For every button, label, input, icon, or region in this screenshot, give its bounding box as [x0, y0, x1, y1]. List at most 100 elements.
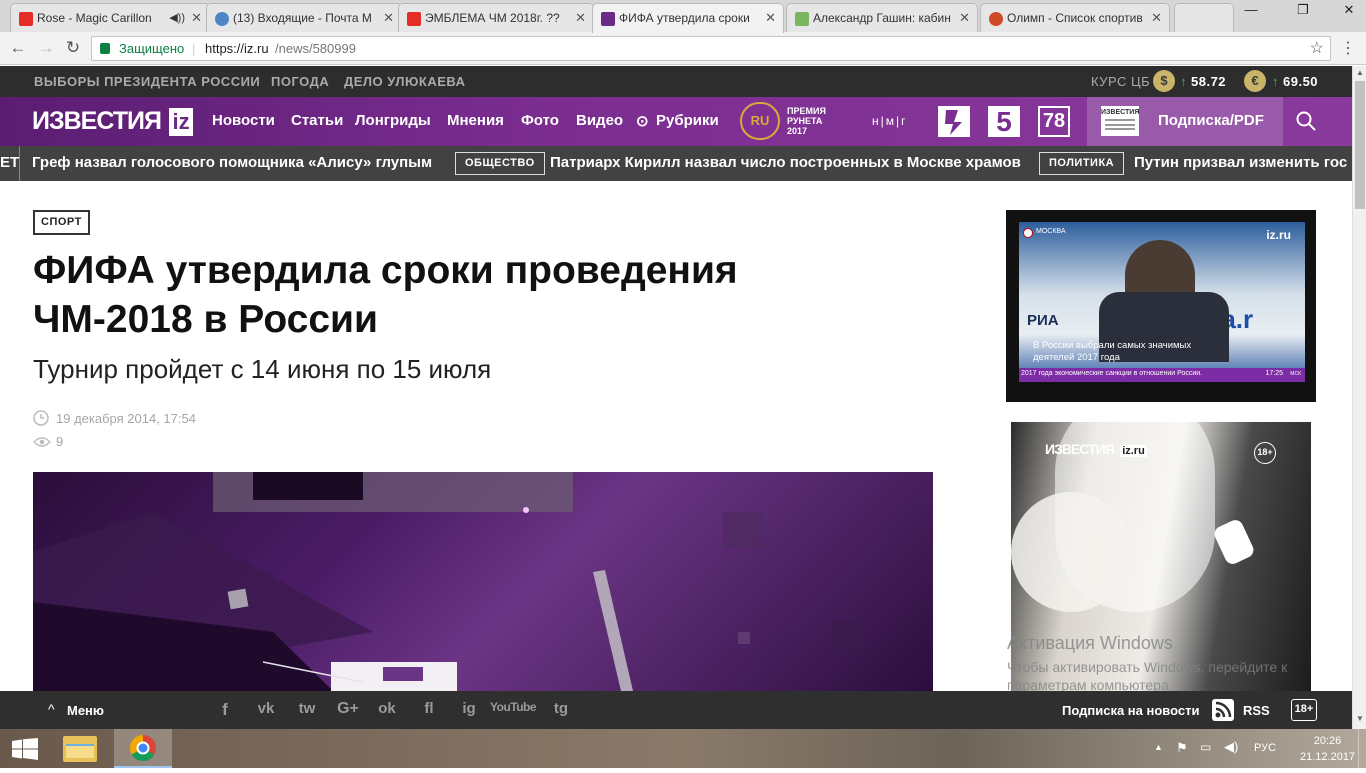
subscribe-pdf-button[interactable]: ИЗВЕСТИЯ Подписка/PDF — [1087, 97, 1283, 146]
scroll-up-arrow[interactable]: ▲ — [1356, 68, 1364, 77]
volume-icon[interactable]: ◀) — [1224, 739, 1238, 755]
eur-coin-icon: € — [1244, 70, 1266, 92]
browser-tab-active[interactable]: ФИФА утвердила сроки ✕ — [592, 3, 784, 33]
twitter-icon[interactable]: tw — [294, 700, 320, 717]
bottom-bar: ^ Меню f vk tw G+ ok fl ig YouTube tg По… — [0, 691, 1352, 729]
nav-news[interactable]: Новости — [212, 112, 275, 129]
tray-expand-icon[interactable]: ▲ — [1154, 742, 1163, 752]
browser-tab[interactable]: Олимп - Список спортив ✕ — [980, 3, 1170, 32]
minimize-icon[interactable]: — — [1236, 2, 1266, 17]
live-video-player[interactable]: МОСКВА iz.ru РИА ria.r В России выбрали … — [1006, 210, 1316, 402]
browser-tab[interactable]: ЭМБЛЕМА ЧМ 2018г. ?? ✕ — [398, 3, 594, 32]
youtube-icon[interactable]: YouTube — [490, 700, 537, 714]
close-tab-icon[interactable]: ✕ — [959, 10, 970, 26]
eye-icon — [33, 435, 51, 447]
page-scrollbar[interactable]: ▲ ▼ — [1352, 66, 1366, 729]
browser-menu-icon[interactable]: ⋮ — [1338, 38, 1358, 58]
nav-articles[interactable]: Статьи — [291, 112, 343, 129]
category-badge[interactable]: СПОРТ — [33, 210, 90, 235]
ticker-tag[interactable]: ОБЩЕСТВО — [455, 152, 545, 175]
award-text[interactable]: ПРЕМИЯ РУНЕТА 2017 — [787, 106, 826, 136]
flower-bouquet — [1011, 492, 1131, 612]
rss-link[interactable]: RSS — [1243, 703, 1270, 718]
new-tab-button[interactable] — [1174, 3, 1234, 32]
scroll-down-arrow[interactable]: ▼ — [1356, 714, 1364, 723]
rss-icon[interactable] — [1212, 699, 1234, 721]
video-brand: iz.ru — [1266, 228, 1291, 242]
google-plus-icon[interactable]: G+ — [334, 700, 362, 718]
izvestia-logo[interactable]: ИЗВЕСТИЯ iz — [32, 107, 193, 137]
secure-label: Защищено — [119, 41, 185, 56]
flag-tray-icon[interactable]: ⚑ — [1176, 740, 1188, 756]
nmg-logo[interactable]: н|м|г — [872, 114, 908, 128]
mail-icon — [215, 12, 229, 26]
chevron-up-icon[interactable]: ^ — [48, 701, 55, 717]
top-link-elections[interactable]: ВЫБОРЫ ПРЕЗИДЕНТА РОССИИ — [34, 74, 260, 89]
network-icon[interactable]: ▭ — [1200, 740, 1211, 754]
video-crawl-line: 2017 года экономические санкции в отноше… — [1019, 368, 1305, 382]
news-ticker: ЕТ Греф назвал голосового помощника «Али… — [0, 146, 1352, 181]
browser-tab-bar: Rose - Magic Carillon ◀)) ✕ (13) Входящи… — [0, 0, 1366, 33]
vk-icon[interactable]: vk — [252, 700, 280, 717]
chrome-taskbar-button[interactable] — [114, 729, 172, 768]
taskbar-clock[interactable]: 20:26 21.12.2017 — [1300, 733, 1355, 765]
menu-button[interactable]: Меню — [67, 703, 104, 718]
ticker-item[interactable]: Патриарх Кирилл назвал число построенных… — [550, 154, 1021, 171]
tab-title: (13) Входящие - Почта М — [233, 11, 372, 25]
close-tab-icon[interactable]: ✕ — [191, 10, 202, 26]
telegram-icon[interactable]: tg — [548, 700, 574, 717]
forward-icon[interactable]: → — [36, 38, 56, 58]
article-subheadline: Турнир пройдет с 14 июня по 15 июля — [33, 354, 492, 384]
facebook-icon[interactable]: f — [216, 700, 234, 720]
nav-longreads[interactable]: Лонгриды — [355, 112, 431, 129]
nav-opinions[interactable]: Мнения — [447, 112, 504, 129]
speaker-icon: ◀)) — [169, 12, 185, 24]
show-desktop-button[interactable] — [1358, 729, 1366, 768]
reload-icon[interactable]: ↻ — [63, 38, 83, 58]
flipboard-icon[interactable]: fl — [416, 700, 442, 717]
video-frame[interactable]: МОСКВА iz.ru РИА ria.r В России выбрали … — [1019, 222, 1305, 382]
top-link-ulyukaev[interactable]: ДЕЛО УЛЮКАЕВА — [344, 74, 466, 89]
ticker-item[interactable]: Греф назвал голосового помощника «Алису»… — [32, 154, 432, 171]
file-explorer-icon[interactable] — [63, 736, 97, 762]
article-hero-image — [33, 472, 933, 691]
windows-taskbar: ▲ ⚑ ▭ ◀) РУС 20:26 21.12.2017 — [0, 729, 1366, 768]
search-icon[interactable] — [1296, 111, 1316, 131]
close-tab-icon[interactable]: ✕ — [383, 10, 394, 26]
tab-title: Rose - Magic Carillon — [37, 11, 152, 25]
tab-title: Олимп - Список спортив — [1007, 11, 1143, 25]
close-tab-icon[interactable]: ✕ — [575, 10, 586, 26]
article-date: 19 декабря 2014, 17:54 — [56, 411, 196, 426]
check-circle-icon: ⊙ — [636, 113, 649, 130]
ren-tv-logo[interactable] — [938, 106, 970, 137]
newsletter-link[interactable]: Подписка на новости — [1062, 703, 1199, 718]
browser-tab[interactable]: (13) Входящие - Почта М ✕ — [206, 3, 402, 32]
keyboard-language[interactable]: РУС — [1254, 742, 1276, 754]
odnoklassniki-icon[interactable]: ok — [375, 700, 399, 717]
tab-title: Александр Гашин: кабин — [813, 11, 951, 25]
nav-rubrics[interactable]: Рубрики — [656, 112, 719, 129]
close-tab-icon[interactable]: ✕ — [1151, 10, 1162, 26]
channel-5-logo[interactable]: 5 — [988, 106, 1020, 137]
browser-tab[interactable]: Rose - Magic Carillon ◀)) ✕ — [10, 3, 210, 32]
browser-tab[interactable]: Александр Гашин: кабин ✕ — [786, 3, 978, 32]
nav-photo[interactable]: Фото — [521, 112, 559, 129]
nav-video[interactable]: Видео — [576, 112, 623, 129]
close-window-icon[interactable]: ✕ — [1334, 2, 1364, 18]
back-icon[interactable]: ← — [8, 38, 28, 58]
ticker-item[interactable]: Путин призвал изменить гос — [1134, 154, 1347, 171]
url-host: https://iz.ru — [205, 41, 269, 56]
url-input[interactable]: Защищено | https://iz.ru /news/580999 ☆ — [91, 36, 1331, 61]
scrollbar-thumb[interactable] — [1355, 81, 1365, 209]
close-tab-icon[interactable]: ✕ — [765, 10, 776, 26]
bookmark-star-icon[interactable]: ☆ — [1310, 37, 1324, 60]
windows-start-icon[interactable] — [12, 738, 38, 760]
channel-78-logo[interactable]: 78 — [1038, 106, 1070, 137]
gloved-hand — [1211, 517, 1257, 567]
eur-rate: 69.50 — [1283, 74, 1319, 89]
article-headline: ФИФА утвердила сроки проведения ЧМ-2018 … — [33, 249, 738, 341]
instagram-icon[interactable]: ig — [456, 700, 482, 717]
ticker-tag[interactable]: ПОЛИТИКА — [1039, 152, 1125, 175]
maximize-icon[interactable]: ❐ — [1288, 2, 1318, 18]
top-link-weather[interactable]: ПОГОДА — [271, 74, 329, 89]
